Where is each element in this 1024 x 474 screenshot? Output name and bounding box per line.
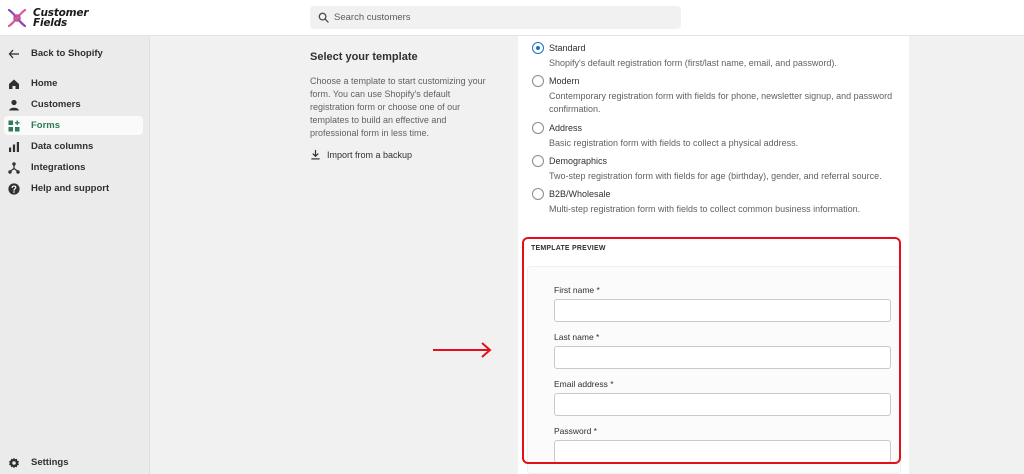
help-icon	[8, 182, 20, 195]
app-name: Customer Fields	[33, 8, 89, 29]
sidebar-item-forms[interactable]: Forms	[4, 116, 143, 135]
template-option-label: B2B/Wholesale	[549, 189, 611, 199]
search-icon	[318, 12, 329, 23]
arrow-right-icon	[433, 342, 492, 358]
sidebar-item-label: Integrations	[31, 162, 86, 173]
template-option-description: Two-step registration form with fields f…	[549, 171, 882, 181]
radio-standard[interactable]	[532, 42, 544, 54]
sidebar-item-settings[interactable]: Settings	[4, 453, 68, 472]
highlight-box	[522, 237, 901, 464]
sidebar-item-home[interactable]: Home	[4, 74, 143, 93]
top-bar: Customer Fields	[0, 0, 1024, 36]
sidebar-item-label: Help and support	[31, 183, 110, 194]
home-icon	[8, 78, 20, 90]
forms-icon	[8, 120, 20, 132]
sidebar-item-help-and-support[interactable]: Help and support	[4, 179, 143, 198]
sidebar-item-label: Forms	[31, 120, 61, 131]
app-logo[interactable]: Customer Fields	[6, 4, 89, 32]
integrations-icon	[8, 161, 20, 174]
sidebar-item-label: Home	[31, 78, 58, 89]
template-option-description: Multi-step registration form with fields…	[549, 204, 861, 214]
person-icon	[8, 99, 20, 111]
sidebar-item-customers[interactable]: Customers	[4, 95, 143, 114]
settings-label: Settings	[31, 457, 69, 468]
search-bar[interactable]	[310, 6, 681, 29]
app-name-line2: Fields	[33, 17, 68, 29]
radio-modern[interactable]	[532, 75, 544, 87]
section-title: Select your template	[310, 51, 418, 63]
download-icon	[311, 149, 320, 160]
gear-icon	[8, 457, 20, 469]
radio-b2b-wholesale[interactable]	[532, 188, 544, 200]
sidebar-item-label: Customers	[31, 99, 81, 110]
template-option-label: Modern	[549, 76, 580, 86]
template-option-description: Basic registration form with fields to c…	[549, 138, 799, 148]
template-option-label: Demographics	[549, 156, 608, 166]
template-option-label: Address	[549, 123, 583, 133]
radio-address[interactable]	[532, 122, 544, 134]
arrow-left-icon	[8, 48, 20, 60]
bar-chart-icon	[8, 141, 20, 153]
search-input[interactable]	[334, 12, 654, 23]
sidebar-item-integrations[interactable]: Integrations	[4, 158, 143, 177]
import-backup-link[interactable]: Import from a backup	[310, 149, 412, 160]
back-to-shopify-label: Back to Shopify	[31, 48, 103, 59]
sidebar: Back to Shopify Home Customers Forms Dat…	[0, 36, 150, 474]
section-description: Choose a template to start customizing y…	[310, 76, 486, 138]
radio-demographics[interactable]	[532, 155, 544, 167]
back-to-shopify-link[interactable]: Back to Shopify	[4, 44, 143, 63]
template-option-label: Standard	[549, 43, 586, 53]
sidebar-item-label: Data columns	[31, 141, 94, 152]
customer-fields-logo-icon	[7, 8, 27, 28]
sidebar-item-data-columns[interactable]: Data columns	[4, 137, 143, 156]
import-backup-label: Import from a backup	[327, 149, 413, 160]
template-option-description: Shopify's default registration form (fir…	[549, 58, 837, 68]
template-option-description: Contemporary registration form with fiel…	[549, 91, 893, 114]
